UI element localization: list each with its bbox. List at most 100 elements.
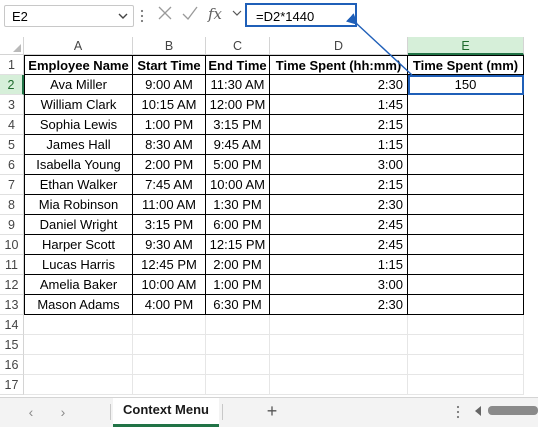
cell-e15[interactable] — [408, 335, 524, 355]
row-header-14[interactable]: 14 — [0, 315, 24, 335]
cell-b5[interactable]: 8:30 AM — [133, 135, 206, 155]
cell-a12[interactable]: Amelia Baker — [24, 275, 133, 295]
cell-e10[interactable] — [408, 235, 524, 255]
cell-a7[interactable]: Ethan Walker — [24, 175, 133, 195]
fx-icon[interactable]: fx — [208, 5, 222, 23]
formula-input[interactable]: =D2*1440 — [245, 3, 357, 27]
cell-a6[interactable]: Isabella Young — [24, 155, 133, 175]
row-header-16[interactable]: 16 — [0, 355, 24, 375]
cell-c2[interactable]: 11:30 AM — [206, 75, 270, 95]
cell-c16[interactable] — [206, 355, 270, 375]
cell-b8[interactable]: 11:00 AM — [133, 195, 206, 215]
scroll-left-icon[interactable] — [474, 406, 482, 416]
row-header-8[interactable]: 8 — [0, 195, 24, 215]
cell-c3[interactable]: 12:00 PM — [206, 95, 270, 115]
cell-d2[interactable]: 2:30 — [270, 75, 408, 95]
row-header-13[interactable]: 13 — [0, 295, 24, 315]
cell-d13[interactable]: 2:30 — [270, 295, 408, 315]
add-sheet-button[interactable]: + — [262, 401, 282, 421]
cell-e3[interactable] — [408, 95, 524, 115]
cell-d15[interactable] — [270, 335, 408, 355]
cell-c14[interactable] — [206, 315, 270, 335]
cell-d4[interactable]: 2:15 — [270, 115, 408, 135]
row-header-11[interactable]: 11 — [0, 255, 24, 275]
cell-e6[interactable] — [408, 155, 524, 175]
row-header-6[interactable]: 6 — [0, 155, 24, 175]
cell-d11[interactable]: 1:15 — [270, 255, 408, 275]
vertical-scrollbar[interactable] — [524, 37, 538, 397]
cell-b14[interactable] — [133, 315, 206, 335]
row-header-3[interactable]: 3 — [0, 95, 24, 115]
cell-b17[interactable] — [133, 375, 206, 395]
row-header-9[interactable]: 9 — [0, 215, 24, 235]
cell-c5[interactable]: 9:45 AM — [206, 135, 270, 155]
table-header-e[interactable]: Time Spent (mm) — [408, 55, 524, 75]
checkmark-icon[interactable] — [181, 4, 199, 22]
cell-e4[interactable] — [408, 115, 524, 135]
cell-c6[interactable]: 5:00 PM — [206, 155, 270, 175]
cell-a2[interactable]: Ava Miller — [24, 75, 133, 95]
cell-b7[interactable]: 7:45 AM — [133, 175, 206, 195]
column-header-b[interactable]: B — [133, 37, 206, 55]
cell-c7[interactable]: 10:00 AM — [206, 175, 270, 195]
cell-b2[interactable]: 9:00 AM — [133, 75, 206, 95]
cell-b15[interactable] — [133, 335, 206, 355]
cell-c8[interactable]: 1:30 PM — [206, 195, 270, 215]
cell-b10[interactable]: 9:30 AM — [133, 235, 206, 255]
cell-d6[interactable]: 3:00 — [270, 155, 408, 175]
cell-d7[interactable]: 2:15 — [270, 175, 408, 195]
row-header-2[interactable]: 2 — [0, 75, 24, 95]
row-header-7[interactable]: 7 — [0, 175, 24, 195]
cell-d14[interactable] — [270, 315, 408, 335]
cell-c15[interactable] — [206, 335, 270, 355]
cell-a5[interactable]: James Hall — [24, 135, 133, 155]
cell-b13[interactable]: 4:00 PM — [133, 295, 206, 315]
cell-a11[interactable]: Lucas Harris — [24, 255, 133, 275]
cell-e14[interactable] — [408, 315, 524, 335]
cell-e9[interactable] — [408, 215, 524, 235]
cell-e5[interactable] — [408, 135, 524, 155]
more-options-icon[interactable] — [139, 9, 145, 23]
cell-e17[interactable] — [408, 375, 524, 395]
row-header-4[interactable]: 4 — [0, 115, 24, 135]
cell-a14[interactable] — [24, 315, 133, 335]
cell-a16[interactable] — [24, 355, 133, 375]
select-all-corner[interactable] — [0, 37, 24, 55]
cell-b3[interactable]: 10:15 AM — [133, 95, 206, 115]
sheet-tab-context-menu[interactable]: Context Menu — [113, 398, 219, 427]
row-header-12[interactable]: 12 — [0, 275, 24, 295]
cell-e2[interactable]: 150 — [408, 75, 524, 95]
close-icon[interactable] — [156, 4, 174, 22]
cell-a15[interactable] — [24, 335, 133, 355]
chevron-left-icon[interactable]: ‹ — [24, 404, 38, 420]
cell-a10[interactable]: Harper Scott — [24, 235, 133, 255]
cell-c17[interactable] — [206, 375, 270, 395]
cell-c13[interactable]: 6:30 PM — [206, 295, 270, 315]
more-options-icon[interactable] — [455, 405, 461, 419]
column-header-d[interactable]: D — [270, 37, 408, 55]
cell-a3[interactable]: William Clark — [24, 95, 133, 115]
row-header-1[interactable]: 1 — [0, 55, 24, 75]
row-header-5[interactable]: 5 — [0, 135, 24, 155]
cell-c9[interactable]: 6:00 PM — [206, 215, 270, 235]
cell-e8[interactable] — [408, 195, 524, 215]
cell-b12[interactable]: 10:00 AM — [133, 275, 206, 295]
cell-b9[interactable]: 3:15 PM — [133, 215, 206, 235]
table-header-d[interactable]: Time Spent (hh:mm) — [270, 55, 408, 75]
cell-d17[interactable] — [270, 375, 408, 395]
cell-d16[interactable] — [270, 355, 408, 375]
row-header-17[interactable]: 17 — [0, 375, 24, 395]
cell-c12[interactable]: 1:00 PM — [206, 275, 270, 295]
horizontal-scrollbar-thumb[interactable] — [488, 406, 538, 415]
cell-a4[interactable]: Sophia Lewis — [24, 115, 133, 135]
chevron-right-icon[interactable]: › — [56, 404, 70, 420]
cell-b16[interactable] — [133, 355, 206, 375]
cell-b4[interactable]: 1:00 PM — [133, 115, 206, 135]
cell-d12[interactable]: 3:00 — [270, 275, 408, 295]
chevron-down-icon[interactable] — [117, 9, 129, 23]
cell-c11[interactable]: 2:00 PM — [206, 255, 270, 275]
cell-a9[interactable]: Daniel Wright — [24, 215, 133, 235]
cell-a8[interactable]: Mia Robinson — [24, 195, 133, 215]
cell-e13[interactable] — [408, 295, 524, 315]
chevron-down-icon[interactable] — [232, 8, 242, 18]
